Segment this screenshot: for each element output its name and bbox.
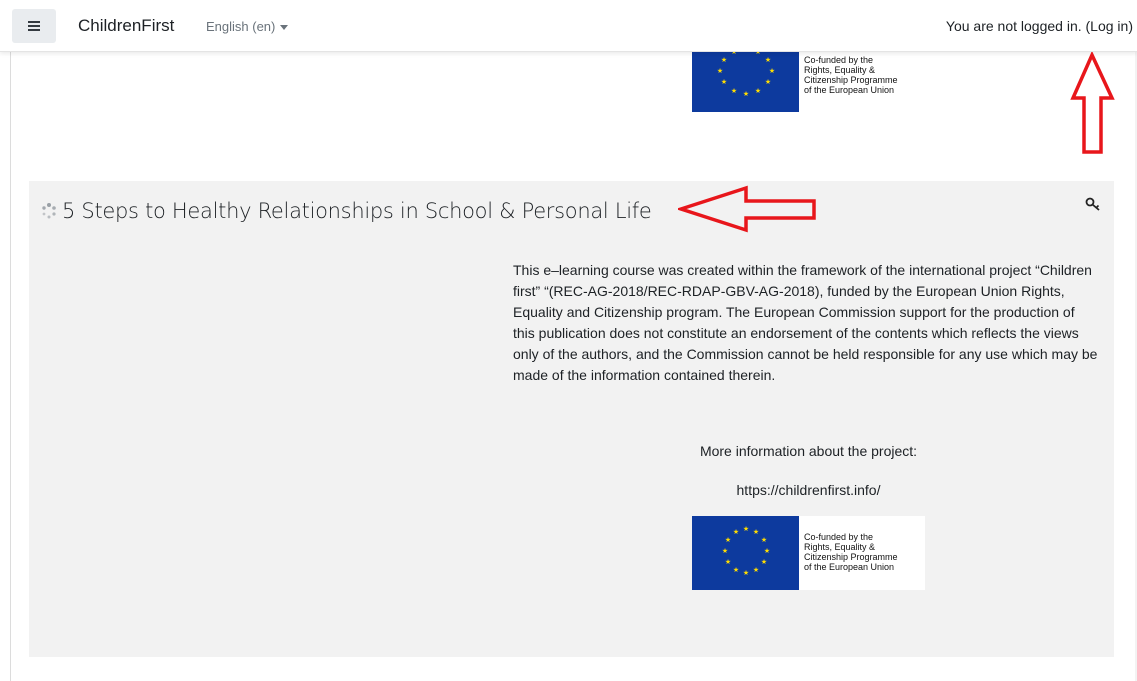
annotation-arrow-up xyxy=(1070,52,1115,154)
login-link[interactable]: Log in xyxy=(1090,18,1128,34)
svg-text:★: ★ xyxy=(731,87,737,95)
course-section: 5 Steps to Healthy Relationships in Scho… xyxy=(29,181,1114,657)
annotation-arrow-left xyxy=(678,185,816,233)
eu-text-line: of the European Union xyxy=(804,85,895,95)
key-icon[interactable] xyxy=(1084,195,1102,213)
svg-text:★: ★ xyxy=(769,67,775,75)
login-info: You are not logged in. (Log in) xyxy=(946,18,1133,34)
eu-text-line: Rights, Equality & xyxy=(804,65,876,75)
svg-text:★: ★ xyxy=(717,67,723,75)
eu-cofunded-text: Co-funded by the Rights, Equality & Citi… xyxy=(799,516,925,590)
page-left-border xyxy=(10,52,11,681)
svg-text:★: ★ xyxy=(733,528,739,536)
svg-text:★: ★ xyxy=(765,78,771,86)
top-navbar: ChildrenFirst English (en) You are not l… xyxy=(0,0,1137,52)
more-info-label: More information about the project: xyxy=(699,443,918,459)
hamburger-icon xyxy=(28,21,40,31)
eu-cofunded-text: Co-funded by the Rights, Equality & Citi… xyxy=(799,52,925,112)
eu-flag-icon: ★★★ ★★★ ★★★ ★★★ xyxy=(692,516,799,590)
course-summary: This e–learning course was created withi… xyxy=(513,262,1098,383)
eu-text-line: Citizenship Programme xyxy=(804,552,898,562)
svg-text:★: ★ xyxy=(725,536,731,544)
svg-text:★: ★ xyxy=(722,547,728,555)
svg-text:★: ★ xyxy=(753,566,759,574)
svg-text:★: ★ xyxy=(753,528,759,536)
eu-cofunded-logo-bottom: ★ ★ ★ ★ ★ ★ ★ ★ ★ ★ ★ ★ Co-funded by the Rights,… xyxy=(692,516,925,590)
eu-flag-icon: ★ ★ ★ ★ ★ ★ ★ ★ ★ ★ ★ ★ xyxy=(692,46,799,112)
eu-text-line: Co-funded by the xyxy=(804,532,874,542)
project-url-link[interactable]: https://childrenfirst.info/ xyxy=(626,482,991,498)
svg-text:★: ★ xyxy=(743,90,749,98)
svg-text:★: ★ xyxy=(743,569,749,577)
site-brand-link[interactable]: ChildrenFirst xyxy=(78,16,174,36)
language-menu[interactable]: English (en) xyxy=(206,19,289,34)
course-title-link[interactable]: 5 Steps to Healthy Relationships in Scho… xyxy=(62,199,652,223)
svg-text:★: ★ xyxy=(765,56,771,64)
eu-text-line: Co-funded by the xyxy=(804,55,874,65)
course-loader-icon xyxy=(42,203,56,219)
eu-text-line: Rights, Equality & xyxy=(804,542,876,552)
svg-text:★: ★ xyxy=(731,52,737,56)
course-title-row[interactable]: 5 Steps to Healthy Relationships in Scho… xyxy=(40,199,652,223)
menu-toggle-button[interactable] xyxy=(12,9,56,43)
eu-text-line: Citizenship Programme xyxy=(804,75,898,85)
svg-text:★: ★ xyxy=(743,52,749,54)
svg-text:★: ★ xyxy=(755,52,761,56)
login-suffix: ) xyxy=(1128,18,1133,34)
svg-text:★: ★ xyxy=(733,566,739,574)
svg-text:★: ★ xyxy=(761,558,767,566)
svg-text:★: ★ xyxy=(761,536,767,544)
svg-text:★: ★ xyxy=(725,558,731,566)
eu-cofunded-logo-top: ★ ★ ★ ★ ★ ★ ★ ★ ★ ★ ★ ★ Co-funded by the Rights,… xyxy=(692,46,925,112)
svg-text:★: ★ xyxy=(721,56,727,64)
svg-text:★: ★ xyxy=(743,525,749,533)
eu-text-line: of the European Union xyxy=(804,562,895,572)
svg-text:★: ★ xyxy=(721,78,727,86)
language-label: English (en) xyxy=(206,19,276,34)
chevron-down-icon xyxy=(280,25,289,31)
svg-text:★: ★ xyxy=(764,547,770,555)
login-prefix: You are not logged in. ( xyxy=(945,18,1091,34)
svg-text:★: ★ xyxy=(755,87,761,95)
